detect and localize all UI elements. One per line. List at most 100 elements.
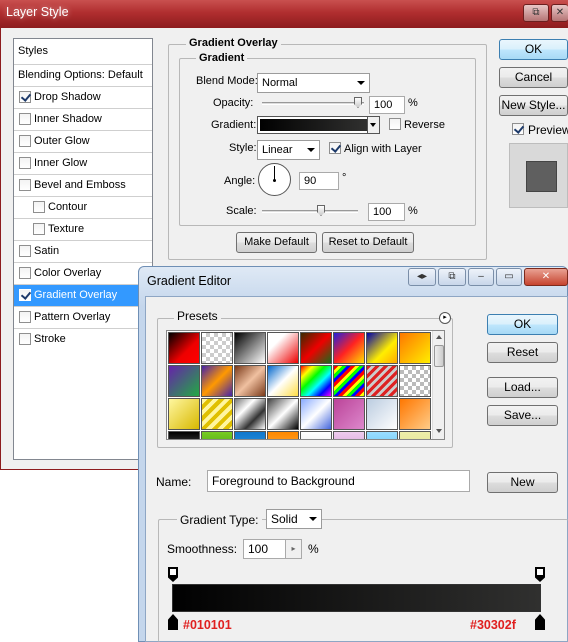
- preset-swatch[interactable]: [201, 332, 233, 364]
- editor-reset-button[interactable]: Reset: [487, 342, 558, 363]
- editor-save-button[interactable]: Save...: [487, 405, 558, 426]
- opacity-input[interactable]: 100: [369, 96, 405, 114]
- style-item-stroke[interactable]: Stroke: [14, 329, 152, 351]
- preset-swatch[interactable]: [168, 365, 200, 397]
- close-icon[interactable]: ✕: [551, 4, 568, 22]
- color-overlay-checkbox[interactable]: [19, 267, 31, 279]
- new-style-button[interactable]: New Style...: [499, 95, 568, 116]
- preset-swatch[interactable]: [267, 398, 299, 430]
- preset-swatch[interactable]: [399, 431, 431, 439]
- style-item-texture[interactable]: Texture: [14, 219, 152, 241]
- editor-load-button[interactable]: Load...: [487, 377, 558, 398]
- close-icon[interactable]: ✕: [524, 268, 568, 286]
- editor-new-button[interactable]: New: [487, 472, 558, 493]
- gradient-bar[interactable]: [172, 584, 541, 612]
- preset-swatch[interactable]: [399, 398, 431, 430]
- smoothness-stepper-icon[interactable]: ▸: [285, 540, 301, 558]
- satin-checkbox[interactable]: [19, 245, 31, 257]
- presets-scrollbar[interactable]: [432, 331, 444, 439]
- outer-glow-checkbox[interactable]: [19, 135, 31, 147]
- preset-swatch[interactable]: [168, 332, 200, 364]
- gradient-dropdown-button[interactable]: [367, 117, 379, 133]
- reverse-checkbox[interactable]: [389, 118, 401, 130]
- preset-swatch[interactable]: [267, 332, 299, 364]
- presets-menu-icon[interactable]: ▸: [439, 312, 451, 324]
- preset-swatch[interactable]: [333, 398, 365, 430]
- texture-checkbox[interactable]: [33, 223, 45, 235]
- angle-input[interactable]: 90: [299, 172, 339, 190]
- style-item-inner-glow[interactable]: Inner Glow: [14, 153, 152, 175]
- preset-swatch[interactable]: [300, 332, 332, 364]
- align-with-layer-checkbox[interactable]: [329, 142, 341, 154]
- preset-swatch[interactable]: [300, 398, 332, 430]
- preset-swatch[interactable]: [201, 431, 233, 439]
- stroke-checkbox[interactable]: [19, 333, 31, 345]
- gradient-picker[interactable]: [257, 116, 380, 134]
- preset-swatch[interactable]: [366, 398, 398, 430]
- preset-swatch[interactable]: [300, 431, 332, 439]
- drop-shadow-checkbox[interactable]: [19, 91, 31, 103]
- preset-swatch[interactable]: [267, 365, 299, 397]
- gradient-type-select[interactable]: Solid: [266, 509, 322, 529]
- layer-style-titlebar[interactable]: Layer Style ⧉ ✕: [0, 0, 568, 28]
- editor-ok-button[interactable]: OK: [487, 314, 558, 335]
- style-item-outer-glow[interactable]: Outer Glow: [14, 131, 152, 153]
- minimize-icon[interactable]: –: [468, 268, 494, 286]
- style-item-bevel-emboss[interactable]: Bevel and Emboss: [14, 175, 152, 197]
- preset-swatch[interactable]: [168, 398, 200, 430]
- preset-swatch[interactable]: [333, 365, 365, 397]
- preset-swatch[interactable]: [333, 431, 365, 439]
- preset-swatch[interactable]: [399, 365, 431, 397]
- styles-header[interactable]: Styles: [14, 39, 152, 65]
- preset-swatch[interactable]: [234, 431, 266, 439]
- inner-glow-checkbox[interactable]: [19, 157, 31, 169]
- scale-input[interactable]: 100: [368, 203, 405, 221]
- preview-checkbox[interactable]: [512, 123, 524, 135]
- blend-mode-select[interactable]: Normal: [257, 73, 370, 93]
- style-item-gradient-overlay[interactable]: Gradient Overlay: [14, 285, 152, 307]
- inner-shadow-checkbox[interactable]: [19, 113, 31, 125]
- style-item-pattern-overlay[interactable]: Pattern Overlay: [14, 307, 152, 329]
- scale-slider-track[interactable]: [262, 210, 358, 213]
- contour-checkbox[interactable]: [33, 201, 45, 213]
- help-icon[interactable]: ⧉: [523, 4, 549, 22]
- cancel-button[interactable]: Cancel: [499, 67, 568, 88]
- style-item-satin[interactable]: Satin: [14, 241, 152, 263]
- reset-to-default-button[interactable]: Reset to Default: [322, 232, 414, 253]
- copy-icon[interactable]: ⧉: [438, 268, 466, 286]
- maximize-icon[interactable]: ▭: [496, 268, 522, 286]
- preset-swatch[interactable]: [168, 431, 200, 439]
- preset-swatch[interactable]: [267, 431, 299, 439]
- smoothness-input[interactable]: 100 ▸: [243, 539, 302, 559]
- preset-swatch[interactable]: [366, 431, 398, 439]
- preset-swatch[interactable]: [234, 332, 266, 364]
- preset-swatch[interactable]: [234, 365, 266, 397]
- style-item-color-overlay[interactable]: Color Overlay: [14, 263, 152, 285]
- scroll-up-icon[interactable]: [436, 335, 442, 339]
- preset-swatch[interactable]: [201, 398, 233, 430]
- ok-button[interactable]: OK: [499, 39, 568, 60]
- gradient-label: Gradient:: [211, 119, 257, 131]
- style-item-inner-shadow[interactable]: Inner Shadow: [14, 109, 152, 131]
- preset-swatch[interactable]: [333, 332, 365, 364]
- preset-swatch[interactable]: [399, 332, 431, 364]
- preset-swatch[interactable]: [300, 365, 332, 397]
- preset-swatch[interactable]: [366, 332, 398, 364]
- make-default-button[interactable]: Make Default: [236, 232, 317, 253]
- angle-dial[interactable]: [258, 163, 291, 196]
- style-item-drop-shadow[interactable]: Drop Shadow: [14, 87, 152, 109]
- preset-swatch[interactable]: [366, 365, 398, 397]
- style-select[interactable]: Linear: [257, 140, 320, 160]
- pattern-overlay-checkbox[interactable]: [19, 311, 31, 323]
- gradient-overlay-checkbox[interactable]: [19, 289, 31, 301]
- scroll-down-icon[interactable]: [436, 429, 442, 433]
- gradient-name-input[interactable]: Foreground to Background: [207, 470, 470, 492]
- preset-swatch[interactable]: [234, 398, 266, 430]
- style-item-contour[interactable]: Contour: [14, 197, 152, 219]
- bevel-emboss-checkbox[interactable]: [19, 179, 31, 191]
- preset-swatch[interactable]: [201, 365, 233, 397]
- blending-options-item[interactable]: Blending Options: Default: [14, 65, 152, 87]
- scroll-thumb[interactable]: [434, 345, 444, 367]
- toggle-icon[interactable]: ◂▸: [408, 268, 436, 286]
- opacity-slider-track[interactable]: [262, 102, 364, 105]
